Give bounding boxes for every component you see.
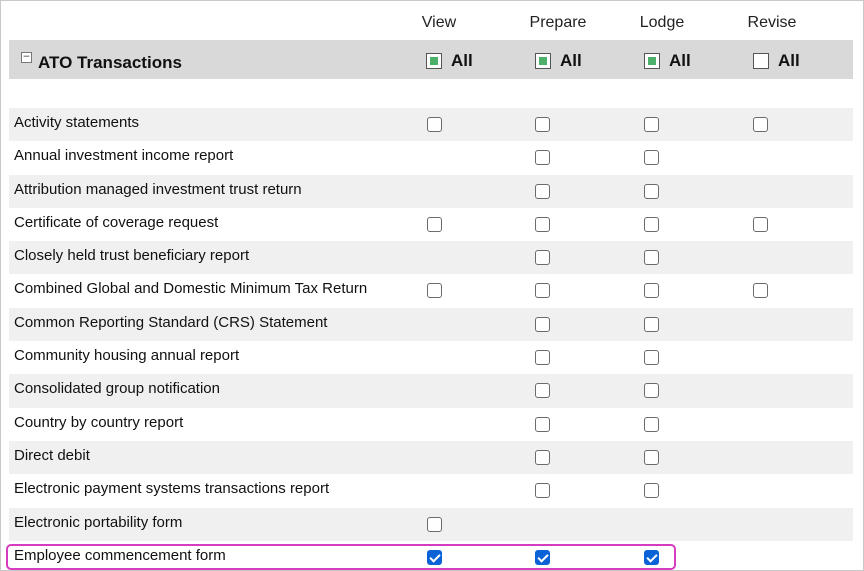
all-lodge-toggle[interactable]: All	[644, 51, 691, 71]
transaction-label: Activity statements	[14, 114, 140, 131]
prepare-checkbox[interactable]	[535, 549, 550, 565]
section-header-ato-transactions: − ATO Transactions All All All All	[9, 40, 853, 79]
view-checkbox[interactable]	[427, 117, 442, 132]
all-prepare-label: All	[560, 51, 582, 70]
prepare-checkbox[interactable]	[535, 350, 550, 366]
transaction-list: Activity statements Annual investment inc…	[9, 108, 853, 570]
column-headers: View Prepare Lodge Revise	[1, 14, 863, 36]
all-view-toggle[interactable]: All	[426, 51, 473, 71]
transaction-label: Closely held trust beneficiary report	[14, 247, 250, 265]
prepare-checkbox[interactable]	[535, 117, 550, 132]
lodge-checkbox[interactable]	[644, 150, 659, 166]
all-revise-checkbox[interactable]	[753, 53, 769, 69]
table-row: Community housing annual report	[9, 341, 853, 375]
prepare-checkbox[interactable]	[535, 383, 550, 399]
lodge-checkbox[interactable]	[644, 350, 659, 366]
column-header-prepare: Prepare	[529, 14, 587, 31]
prepare-checkbox[interactable]	[535, 250, 550, 266]
lodge-checkbox[interactable]	[644, 549, 659, 565]
all-revise-toggle[interactable]: All	[753, 51, 800, 71]
view-checkbox[interactable]	[427, 549, 442, 565]
prepare-checkbox[interactable]	[535, 316, 550, 332]
table-row: Combined Global and Domestic Minimum Tax…	[9, 274, 853, 308]
view-checkbox[interactable]	[427, 216, 442, 232]
prepare-checkbox[interactable]	[535, 183, 550, 199]
table-row: Annual investment income report	[9, 141, 853, 175]
all-lodge-label: All	[669, 51, 691, 70]
transaction-label: Consolidated group notification	[14, 380, 220, 398]
lodge-checkbox[interactable]	[644, 416, 659, 432]
transaction-label: Employee commencement form	[14, 546, 226, 564]
prepare-checkbox[interactable]	[535, 283, 550, 299]
lodge-checkbox[interactable]	[644, 316, 659, 332]
transaction-label: Direct debit	[14, 446, 90, 464]
transaction-label: Combined Global and Domestic Minimum Tax…	[14, 280, 368, 298]
all-view-label: All	[451, 51, 473, 70]
table-row: Electronic portability form	[9, 507, 853, 541]
table-row: Country by country report	[9, 407, 853, 441]
revise-checkbox[interactable]	[753, 283, 768, 299]
section-title: ATO Transactions	[38, 53, 182, 72]
table-row: Closely held trust beneficiary report	[9, 241, 853, 275]
table-row: Attribution managed investment trust ret…	[9, 174, 853, 208]
column-header-revise: Revise	[747, 14, 797, 31]
prepare-checkbox[interactable]	[535, 150, 550, 166]
table-row: Certificate of coverage request	[9, 207, 853, 242]
table-row: Direct debit	[9, 440, 853, 475]
lodge-checkbox[interactable]	[644, 283, 659, 299]
lodge-checkbox[interactable]	[644, 216, 659, 232]
lodge-checkbox[interactable]	[644, 183, 659, 199]
all-lodge-checkbox[interactable]	[644, 53, 660, 69]
revise-checkbox[interactable]	[753, 216, 768, 232]
all-view-checkbox[interactable]	[426, 53, 442, 69]
lodge-checkbox[interactable]	[644, 483, 659, 499]
prepare-checkbox[interactable]	[535, 416, 550, 432]
column-header-lodge: Lodge	[639, 14, 685, 31]
prepare-checkbox[interactable]	[535, 449, 550, 465]
transaction-label: Certificate of coverage request	[14, 213, 219, 231]
transaction-label: Attribution managed investment trust ret…	[14, 180, 302, 198]
view-checkbox[interactable]	[427, 283, 442, 299]
all-prepare-checkbox[interactable]	[535, 53, 551, 69]
transaction-label: Electronic portability form	[14, 513, 183, 531]
lodge-checkbox[interactable]	[644, 250, 659, 266]
table-row: Activity statements	[9, 108, 853, 142]
table-row: Employee commencement form	[9, 540, 853, 570]
transaction-label: Country by country report	[14, 413, 184, 431]
column-header-view: View	[421, 14, 457, 31]
transaction-label: Community housing annual report	[14, 347, 240, 365]
prepare-checkbox[interactable]	[535, 483, 550, 499]
lodge-checkbox[interactable]	[644, 117, 659, 132]
all-revise-label: All	[778, 51, 800, 70]
table-row: Common Reporting Standard (CRS) Statemen…	[9, 307, 853, 342]
ato-permissions-panel: View Prepare Lodge Revise − ATO Transact…	[0, 0, 864, 571]
view-checkbox[interactable]	[427, 516, 442, 532]
transaction-label: Electronic payment systems transactions …	[14, 480, 330, 498]
table-row: Consolidated group notification	[9, 374, 853, 408]
all-prepare-toggle[interactable]: All	[535, 51, 582, 71]
revise-checkbox[interactable]	[753, 117, 768, 132]
transaction-label: Annual investment income report	[14, 147, 234, 165]
lodge-checkbox[interactable]	[644, 449, 659, 465]
lodge-checkbox[interactable]	[644, 383, 659, 399]
prepare-checkbox[interactable]	[535, 216, 550, 232]
transaction-label: Common Reporting Standard (CRS) Statemen…	[14, 313, 328, 331]
collapse-icon[interactable]: −	[21, 52, 32, 63]
table-row: Electronic payment systems transactions …	[9, 474, 853, 508]
